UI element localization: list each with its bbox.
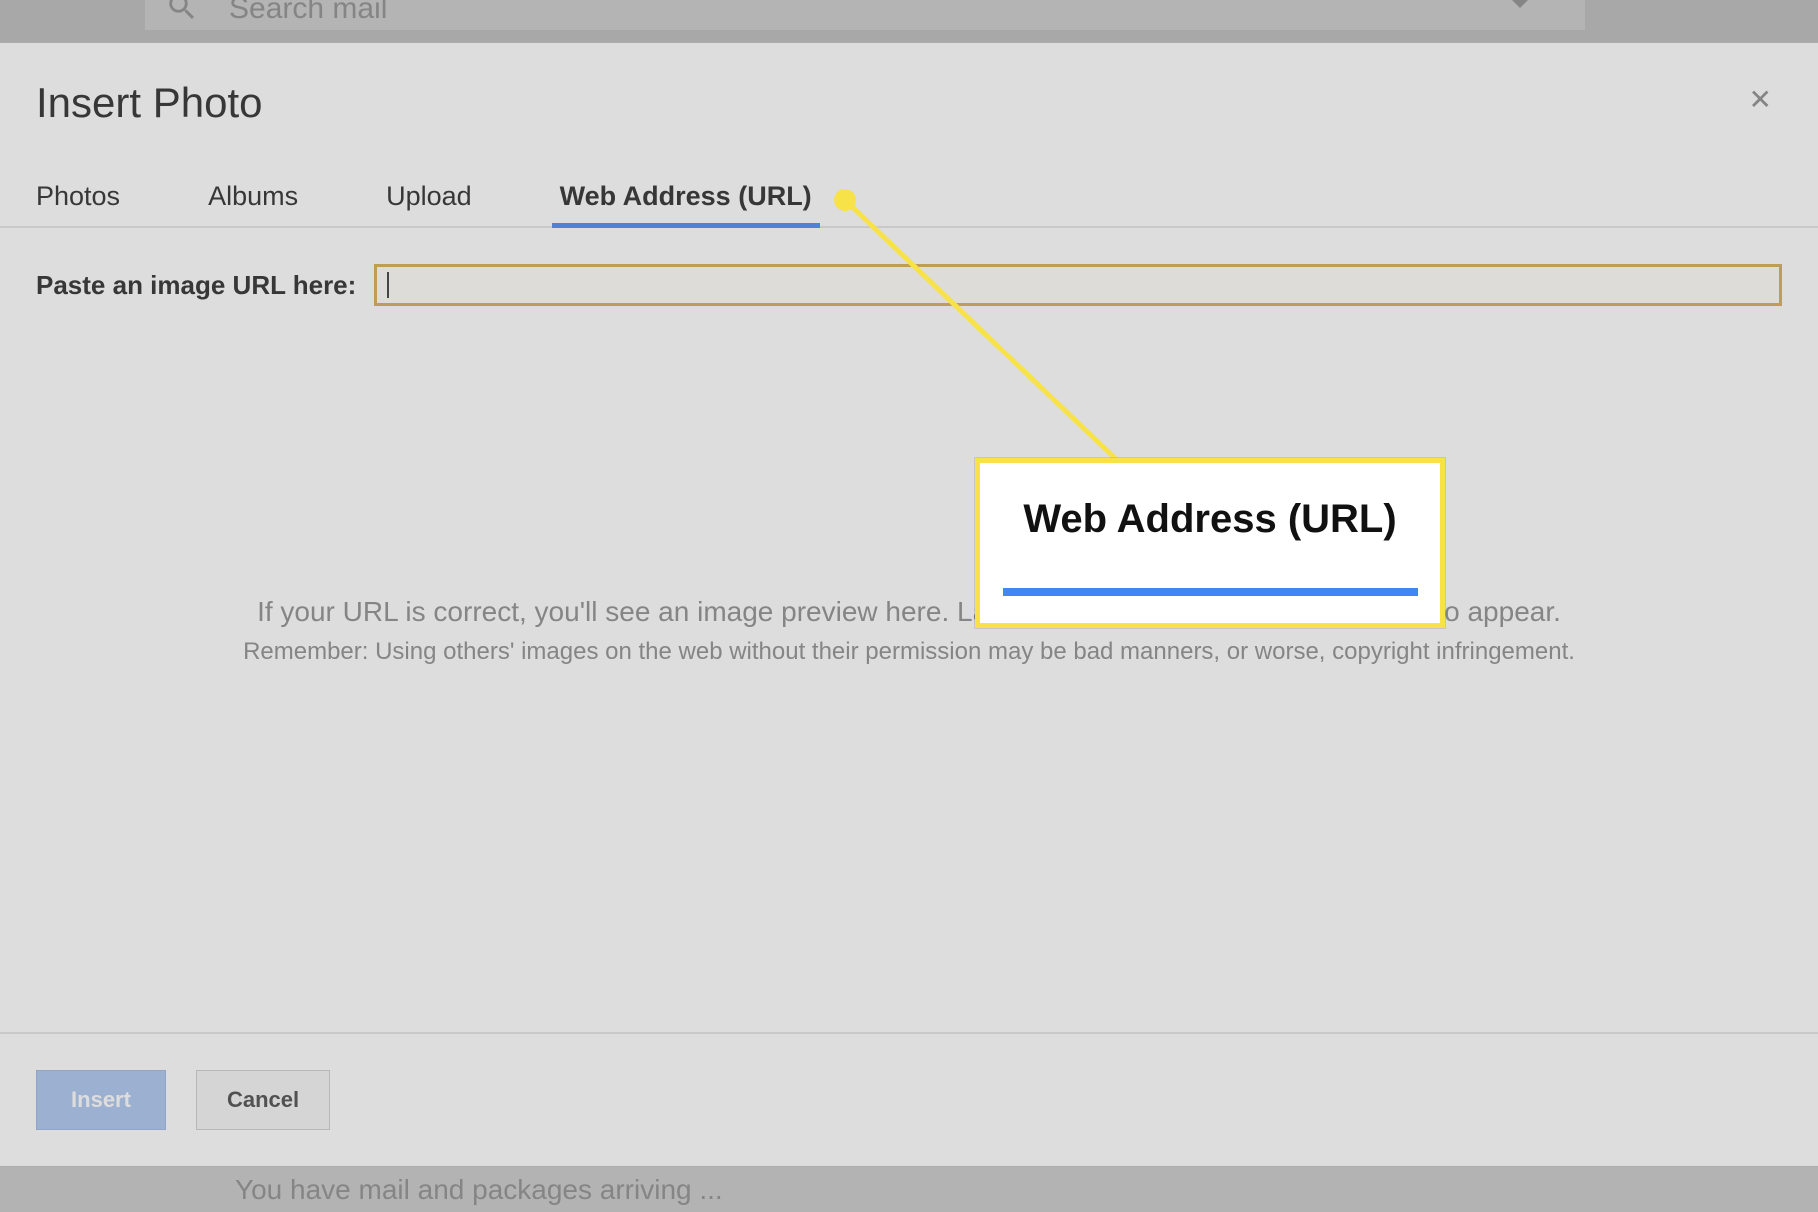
text-cursor: [387, 272, 389, 298]
annotation-callout-underline: [1003, 588, 1418, 596]
cancel-button[interactable]: Cancel: [196, 1070, 330, 1130]
tab-web-address-url[interactable]: Web Address (URL): [560, 167, 812, 226]
tab-label: Albums: [208, 181, 298, 211]
background-search-placeholder: Search mail: [229, 0, 387, 26]
background-bottom-row: You have mail and packages arriving ...: [0, 1167, 1818, 1212]
modal-content: Paste an image URL here: If your URL is …: [0, 228, 1818, 1032]
close-button[interactable]: ✕: [1739, 79, 1782, 120]
annotation-callout-text: Web Address (URL): [1023, 497, 1396, 542]
url-input[interactable]: [374, 264, 1782, 306]
url-input-label: Paste an image URL here:: [36, 270, 356, 301]
preview-hint-line1: If your URL is correct, you'll see an im…: [36, 596, 1782, 628]
url-input-row: Paste an image URL here:: [36, 264, 1782, 306]
preview-hint-line2: Remember: Using others' images on the we…: [36, 638, 1782, 666]
button-label: Insert: [71, 1087, 131, 1112]
background-search-field: Search mail: [145, 0, 1585, 30]
search-icon: [165, 0, 199, 29]
tab-albums[interactable]: Albums: [208, 167, 298, 226]
tab-label: Photos: [36, 181, 120, 211]
tab-label: Web Address (URL): [560, 181, 812, 211]
background-toolbar: Search mail: [0, 0, 1818, 42]
background-bottom-text: You have mail and packages arriving ...: [235, 1174, 723, 1206]
insert-button[interactable]: Insert: [36, 1070, 166, 1130]
tab-photos[interactable]: Photos: [36, 167, 120, 226]
close-icon: ✕: [1749, 84, 1772, 115]
modal-title: Insert Photo: [36, 79, 262, 127]
annotation-callout: Web Address (URL): [975, 458, 1445, 628]
modal-footer: Insert Cancel: [0, 1032, 1818, 1166]
preview-hint-block: If your URL is correct, you'll see an im…: [36, 596, 1782, 666]
modal-header: Insert Photo ✕: [0, 43, 1818, 127]
tab-bar: Photos Albums Upload Web Address (URL): [0, 127, 1818, 228]
insert-photo-modal: Insert Photo ✕ Photos Albums Upload Web …: [0, 42, 1818, 1167]
chevron-down-icon: [1510, 0, 1530, 8]
button-label: Cancel: [227, 1087, 299, 1112]
tab-upload[interactable]: Upload: [386, 167, 472, 226]
tab-label: Upload: [386, 181, 472, 211]
